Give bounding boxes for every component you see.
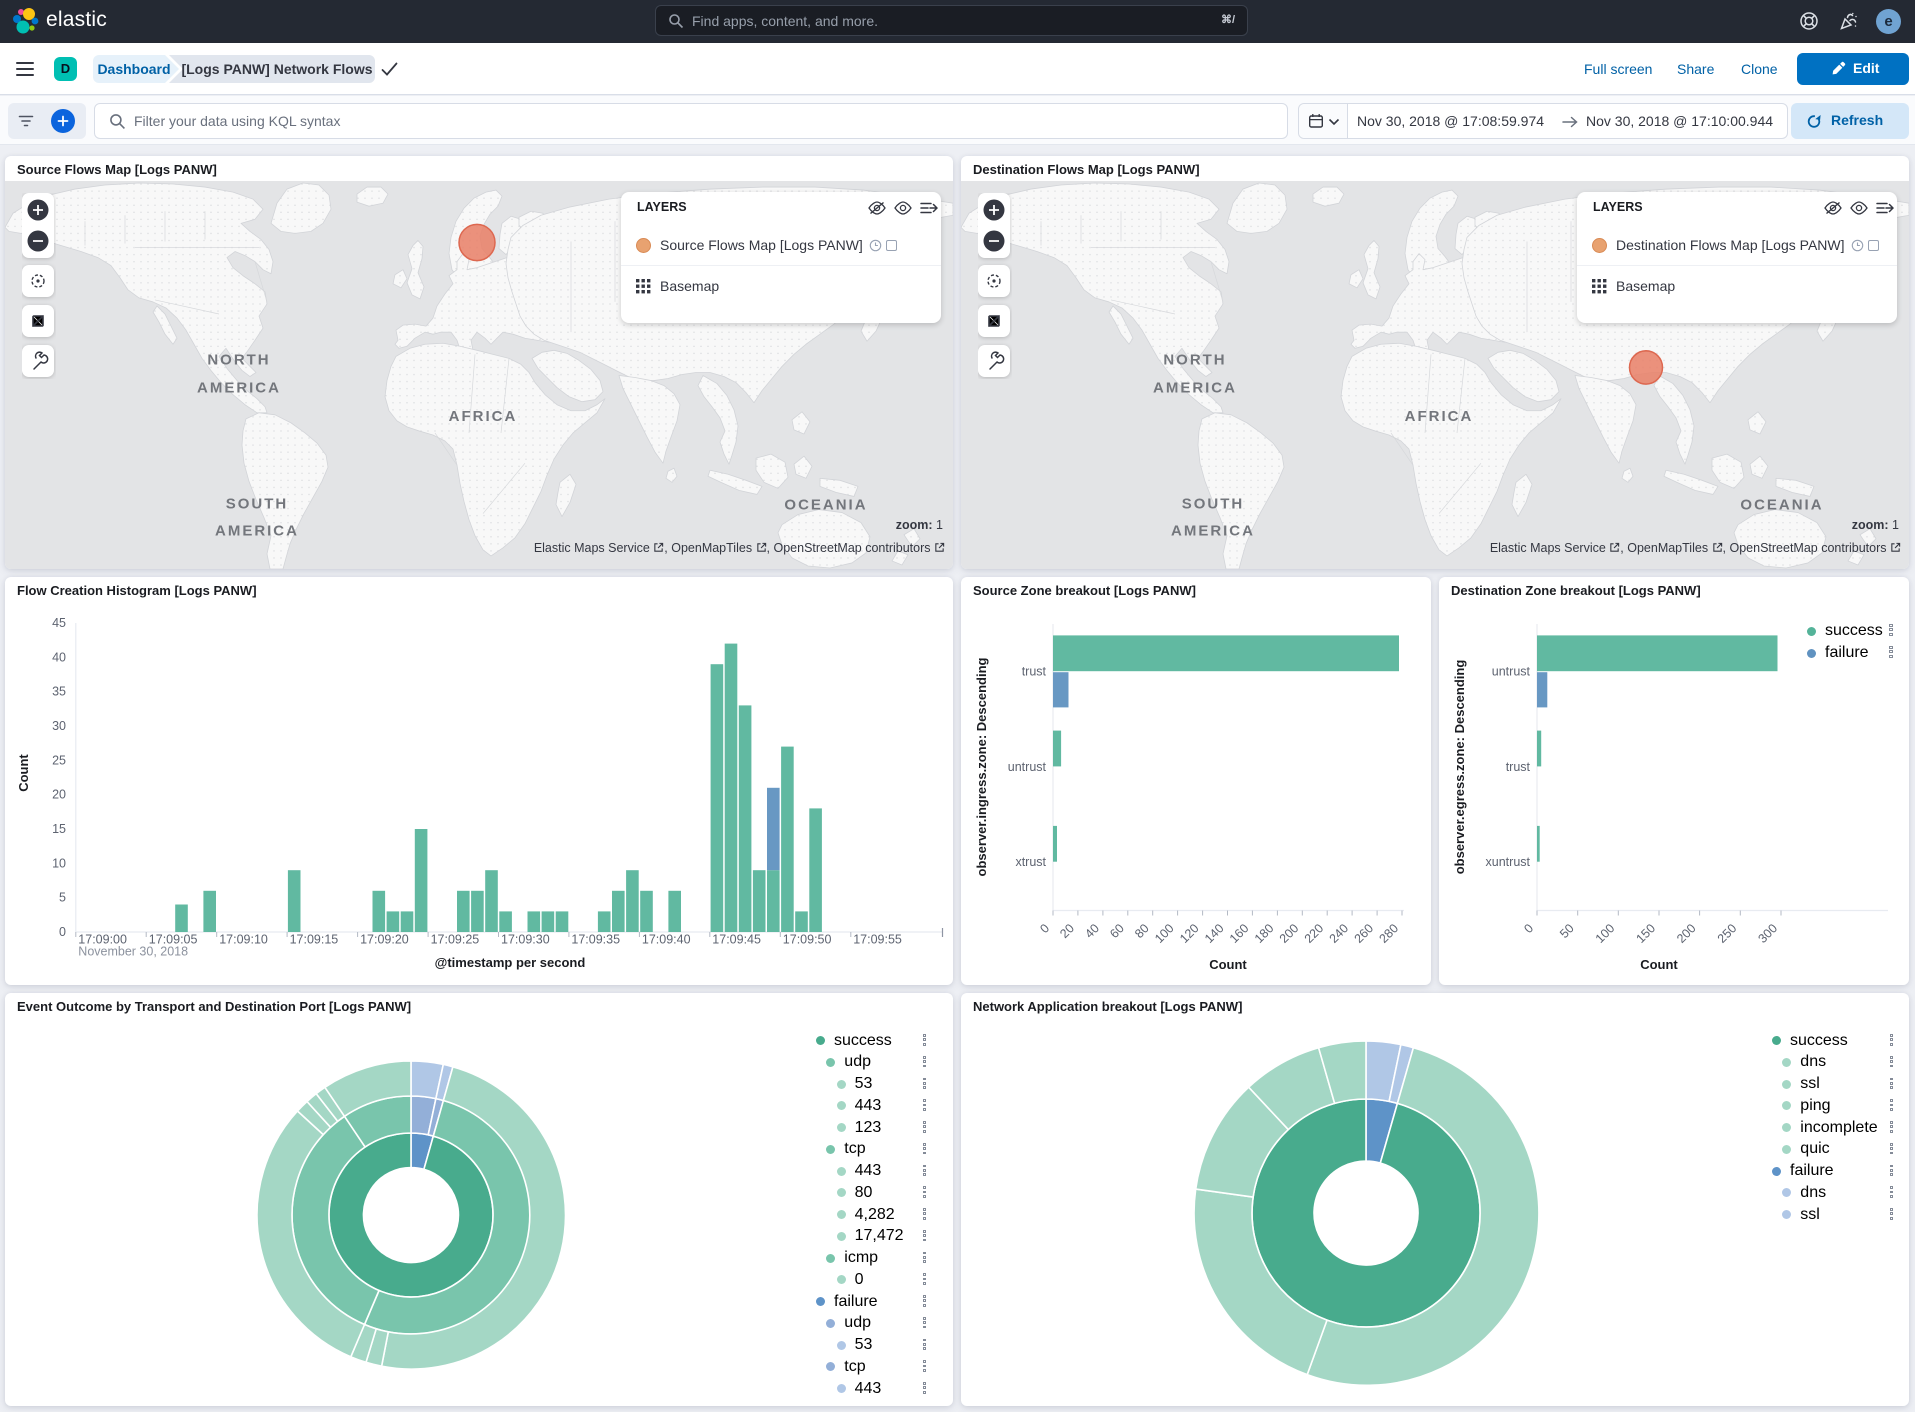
svg-text:Dashboard: Dashboard [97,61,170,77]
svg-text:25: 25 [52,753,66,767]
svg-text:20: 20 [1057,921,1077,941]
svg-text:0: 0 [1037,921,1052,936]
svg-text:260: 260 [1352,921,1377,946]
svg-text:trust: trust [1022,665,1047,679]
svg-text:15: 15 [52,822,66,836]
svg-text:120: 120 [1177,921,1202,946]
svg-text:17:09:10: 17:09:10 [219,933,268,947]
svg-text:0: 0 [1521,921,1536,936]
svg-text:0: 0 [59,925,66,939]
svg-text:35: 35 [52,685,66,699]
svg-text:200: 200 [1674,921,1699,946]
svg-text:80: 80 [1132,921,1152,941]
svg-text:untrust: untrust [1492,665,1531,679]
svg-text:Count: Count [1640,957,1678,972]
svg-text:200: 200 [1277,921,1302,946]
svg-text:Count: Count [1209,957,1247,972]
svg-text:[Logs PANW] Network Flows: [Logs PANW] Network Flows [181,61,372,77]
svg-text:observer.ingress.zone: Descend: observer.ingress.zone: Descending [974,657,989,876]
svg-text:@timestamp per second: @timestamp per second [435,955,586,970]
svg-text:160: 160 [1227,921,1252,946]
svg-text:250: 250 [1715,921,1740,946]
svg-text:220: 220 [1302,921,1327,946]
svg-text:17:09:20: 17:09:20 [360,933,409,947]
svg-text:17:09:40: 17:09:40 [642,933,691,947]
svg-text:180: 180 [1252,921,1277,946]
svg-text:20: 20 [52,788,66,802]
svg-text:100: 100 [1593,921,1618,946]
svg-text:17:09:50: 17:09:50 [783,933,832,947]
svg-text:45: 45 [52,616,66,630]
svg-text:140: 140 [1202,921,1227,946]
svg-text:untrust: untrust [1008,760,1047,774]
svg-text:Count: Count [16,754,31,792]
svg-text:10: 10 [52,856,66,870]
svg-text:5: 5 [59,891,66,905]
svg-text:30: 30 [52,719,66,733]
svg-text:17:09:15: 17:09:15 [290,933,339,947]
svg-text:300: 300 [1755,921,1780,946]
svg-text:trust: trust [1506,760,1531,774]
svg-text:100: 100 [1152,921,1177,946]
svg-text:50: 50 [1557,921,1577,941]
svg-text:60: 60 [1107,921,1127,941]
svg-text:17:09:30: 17:09:30 [501,933,550,947]
svg-text:xuntrust: xuntrust [1486,855,1531,869]
svg-text:40: 40 [52,650,66,664]
svg-text:17:09:35: 17:09:35 [571,933,620,947]
svg-text:240: 240 [1327,921,1352,946]
svg-text:17:09:55: 17:09:55 [853,933,902,947]
svg-text:40: 40 [1082,921,1102,941]
svg-text:17:09:45: 17:09:45 [712,933,761,947]
svg-text:observer.egress.zone: Descendi: observer.egress.zone: Descending [1452,660,1467,875]
svg-text:17:09:25: 17:09:25 [431,933,480,947]
svg-text:280: 280 [1376,921,1401,946]
svg-text:150: 150 [1633,921,1658,946]
svg-text:xtrust: xtrust [1015,855,1046,869]
svg-text:November 30, 2018: November 30, 2018 [78,945,188,959]
